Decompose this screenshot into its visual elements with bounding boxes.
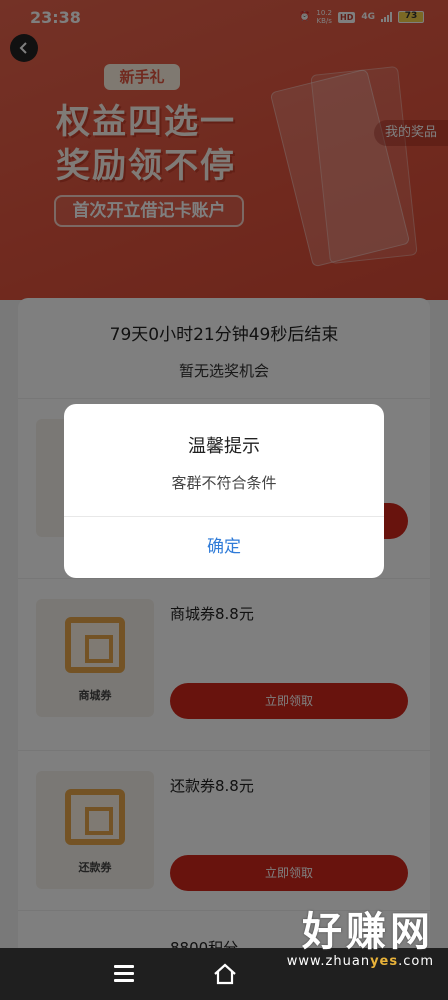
dialog-message: 客群不符合条件 <box>171 474 277 492</box>
watermark-url: www.zhuanyes.com <box>286 954 434 969</box>
watermark-title: 好赚网 <box>302 909 434 955</box>
alert-dialog: 温馨提示 客群不符合条件 确定 <box>64 404 384 578</box>
confirm-button[interactable]: 确定 <box>64 517 384 578</box>
watermark: 好赚网 www.zhuanyes.com <box>287 910 434 969</box>
home-icon[interactable] <box>212 962 238 986</box>
menu-icon[interactable] <box>114 965 134 983</box>
dialog-title: 温馨提示 <box>188 436 260 457</box>
